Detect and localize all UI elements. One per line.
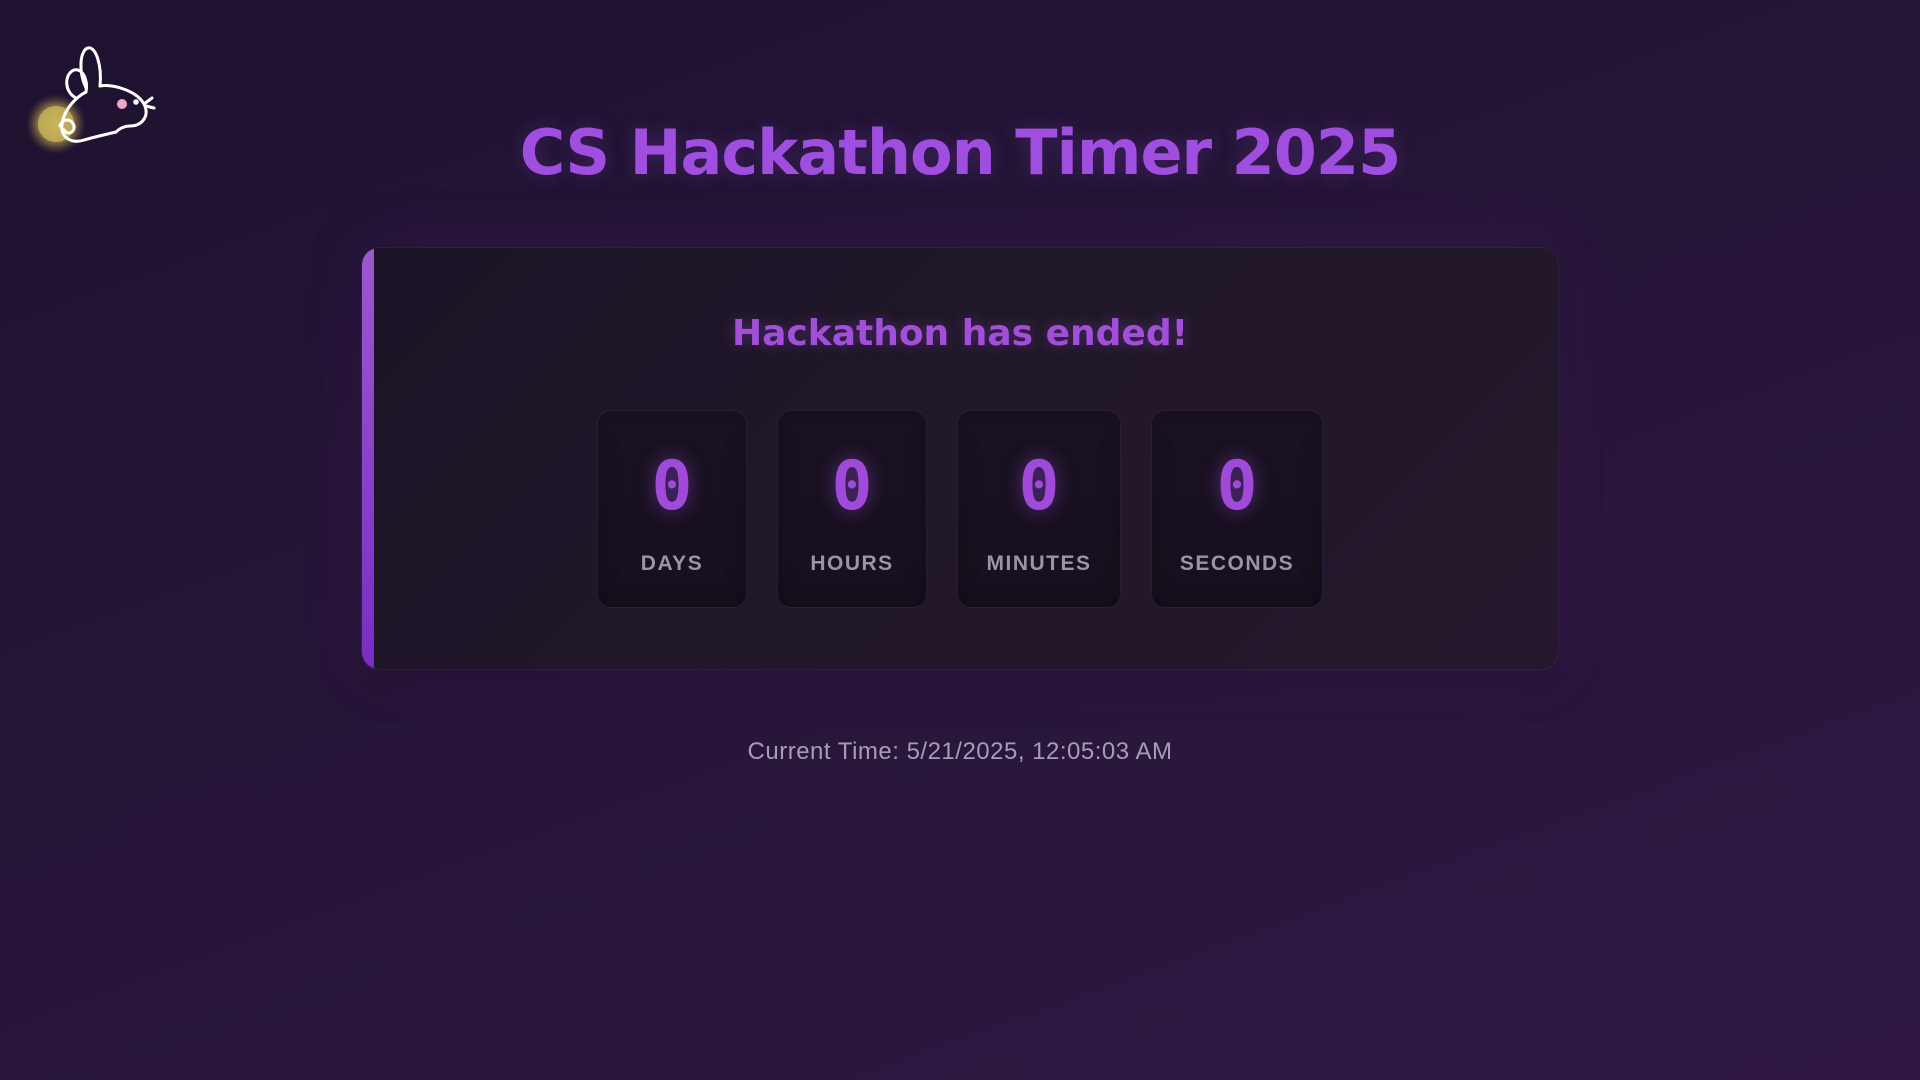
unit-hours: 0 HOURS (777, 410, 927, 608)
page-title: CS Hackathon Timer 2025 (519, 116, 1401, 189)
countdown-units: 0 DAYS 0 HOURS 0 MINUTES 0 SECONDS (362, 410, 1558, 608)
status-heading: Hackathon has ended! (731, 313, 1189, 354)
seconds-label: SECONDS (1179, 552, 1295, 575)
minutes-value: 0 (1018, 447, 1060, 526)
minutes-label: MINUTES (986, 552, 1092, 575)
days-label: DAYS (640, 552, 704, 575)
hours-value: 0 (831, 447, 873, 526)
seconds-value: 0 (1216, 447, 1258, 526)
unit-days: 0 DAYS (597, 410, 747, 608)
days-value: 0 (651, 447, 693, 526)
unit-seconds: 0 SECONDS (1151, 410, 1323, 608)
timer-card: Hackathon has ended! 0 DAYS 0 HOURS 0 MI… (361, 247, 1559, 670)
hours-label: HOURS (810, 552, 894, 575)
unit-minutes: 0 MINUTES (957, 410, 1121, 608)
current-time: Current Time: 5/21/2025, 12:05:03 AM (747, 738, 1173, 765)
